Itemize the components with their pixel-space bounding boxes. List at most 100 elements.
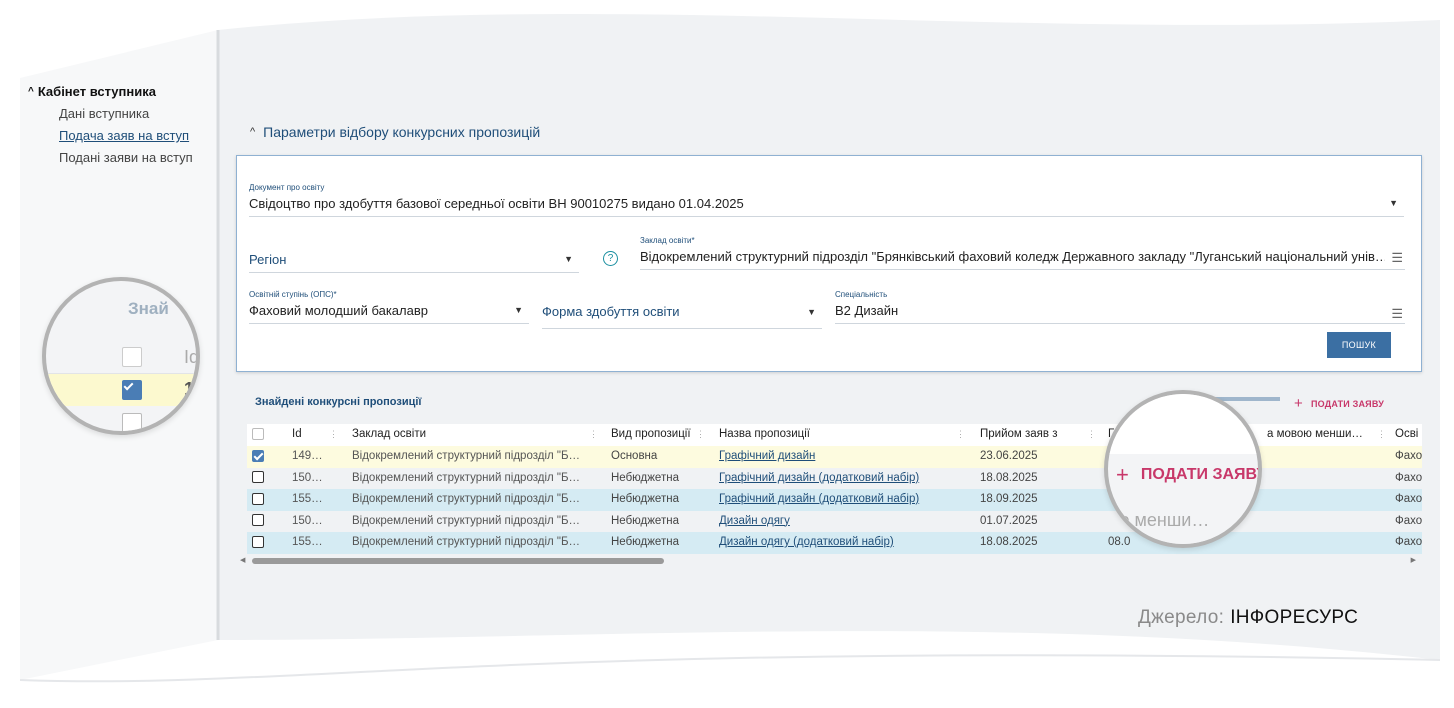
degree-value: Фаховий молодший бакалавр [249, 303, 428, 318]
cell-institution: Відокремлений структурний підрозділ "Б… [352, 514, 581, 527]
col-institution[interactable]: Заклад освіти [352, 424, 597, 446]
row-checkbox[interactable] [252, 535, 264, 548]
sidebar-item-submitted-applications[interactable]: Подані заяви на вступ [59, 150, 213, 165]
document-value: Свідоцтво про здобуття базової середньої… [249, 196, 744, 211]
source-caption: Джерело: ІНФОРЕСУРС [1138, 607, 1359, 628]
offer-link[interactable]: Дизайн одягу (додатковий набір) [719, 536, 894, 548]
plus-icon: + [1116, 462, 1129, 487]
document-field[interactable]: Документ про освіту Свідоцтво про здобут… [249, 183, 1404, 217]
zoom-col-id: Id [184, 347, 200, 367]
col-from[interactable]: Прийом заяв з [980, 424, 1090, 446]
section-toggle[interactable]: ^ Параметри відбору конкурсних пропозиці… [250, 124, 540, 140]
specialty-field[interactable]: Спеціальність B2 Дизайн ☰ [835, 290, 1405, 324]
section-title: Параметри відбору конкурсних пропозицій [263, 124, 541, 140]
row-checkbox[interactable] [252, 492, 264, 505]
cell-id: 149… [292, 450, 322, 462]
institution-field[interactable]: Заклад освіти* Відокремлений структурний… [640, 236, 1405, 270]
column-menu-icon[interactable]: ⋮ [1377, 424, 1386, 446]
zoom-checked-checkbox [122, 380, 142, 400]
cell-from-date: 18.08.2025 [980, 536, 1038, 548]
cell-id: 150… [292, 471, 322, 484]
column-menu-icon[interactable]: ⋮ [1087, 424, 1096, 446]
list-icon[interactable]: ☰ [1391, 250, 1403, 266]
col-id[interactable]: Id [292, 424, 322, 446]
chevron-up-icon: ^ [250, 126, 256, 138]
zoom-title: Знай [128, 299, 169, 318]
cell-institution: Відокремлений структурний підрозділ "Б… [352, 493, 581, 505]
zoom-checkbox [122, 347, 142, 367]
cell-from-date: 01.07.2025 [980, 514, 1038, 527]
search-button[interactable]: ПОШУК [1327, 332, 1391, 358]
offer-link[interactable]: Графічний дизайн (додатковий набір) [719, 472, 919, 484]
zoom-circle-right: + ПОДАТИ ЗАЯВУ ою менши… [1104, 390, 1262, 548]
sidebar-item-applicant-data[interactable]: Дані вступника [59, 106, 213, 121]
list-icon[interactable]: ☰ [1391, 306, 1403, 322]
sidebar-header[interactable]: ^ Кабінет вступника [28, 84, 213, 99]
sidebar-item-submit-applications[interactable]: Подача заяв на вступ [59, 128, 213, 143]
offer-link[interactable]: Графічний дизайн [719, 450, 815, 462]
zoom-column-text: ою менши… [1106, 510, 1210, 530]
horizontal-scrollbar[interactable]: ◀ ▶ [240, 557, 1420, 565]
help-icon[interactable]: ? [603, 251, 618, 266]
chevron-down-icon: ▼ [1389, 198, 1398, 208]
cell-id: 150… [292, 514, 322, 527]
row-checkbox[interactable] [252, 514, 264, 527]
chevron-down-icon: ▼ [807, 307, 816, 317]
column-menu-icon[interactable]: ⋮ [329, 424, 338, 446]
results-title: Знайдені конкурсні пропозиції [255, 396, 422, 408]
cell-type: Небюджетна [611, 493, 679, 505]
cell-education: Фахо [1395, 536, 1422, 548]
cell-from-date: 23.06.2025 [980, 450, 1038, 462]
offer-link[interactable]: Графічний дизайн (додатковий набір) [719, 493, 919, 505]
study-form-select[interactable]: Форма здобуття освіти ▼ [542, 304, 822, 329]
select-all-checkbox[interactable] [252, 427, 264, 440]
cell-institution: Відокремлений структурний підрозділ "Б… [352, 450, 581, 462]
cell-type: Небюджетна [611, 536, 679, 548]
col-name[interactable]: Назва пропозиції [719, 424, 959, 446]
cell-institution: Відокремлений структурний підрозділ "Б… [352, 471, 581, 484]
scroll-thumb[interactable] [252, 558, 664, 564]
cell-id: 155… [292, 536, 322, 548]
col-education[interactable]: Осві [1395, 424, 1422, 446]
degree-label: Освітній ступінь (ОПС)* [249, 290, 337, 299]
col-minority-language[interactable]: а мовою менши… [1267, 424, 1387, 446]
sidebar: ^ Кабінет вступника Дані вступника Подач… [28, 84, 213, 165]
arrow-left-icon[interactable]: ◀ [240, 556, 245, 564]
row-checkbox[interactable] [252, 449, 264, 462]
zoom-submit-button: + ПОДАТИ ЗАЯВУ [1116, 462, 1262, 487]
cell-type: Небюджетна [611, 514, 679, 527]
chevron-down-icon: ▼ [514, 305, 523, 315]
submit-application-button[interactable]: + ПОДАТИ ЗАЯВУ [1294, 395, 1384, 412]
zoom-checkbox [122, 413, 142, 431]
institution-value: Відокремлений структурний підрозділ "Бря… [640, 249, 1385, 264]
study-form-placeholder: Форма здобуття освіти [542, 304, 680, 319]
specialty-label: Спеціальність [835, 290, 888, 299]
region-select[interactable]: Регіон ▼ [249, 248, 579, 273]
cell-education: Фахо [1395, 493, 1422, 505]
source-name: ІНФОРЕСУРС [1230, 607, 1359, 628]
document-label: Документ про освіту [249, 183, 325, 192]
region-placeholder: Регіон [249, 252, 287, 267]
row-checkbox[interactable] [252, 471, 264, 484]
cell-id: 155… [292, 493, 322, 505]
cell-education: Фахо [1395, 514, 1422, 527]
cell-education: Фахо [1395, 471, 1422, 484]
plus-icon: + [1294, 395, 1303, 412]
cell-from-date: 18.08.2025 [980, 471, 1038, 484]
cell-education: Фахо [1395, 450, 1422, 462]
degree-select[interactable]: Освітній ступінь (ОПС)* Фаховий молодший… [249, 290, 529, 324]
filter-card: Документ про освіту Свідоцтво про здобут… [236, 155, 1422, 372]
chevron-down-icon: ▼ [564, 254, 573, 264]
zoom-circle-left: Знай Id 149 15 [42, 277, 200, 435]
column-menu-icon[interactable]: ⋮ [696, 424, 705, 446]
chevron-up-icon: ^ [28, 86, 34, 97]
cell-from-date: 18.09.2025 [980, 493, 1038, 505]
col-type[interactable]: Вид пропозиції [611, 424, 706, 446]
column-menu-icon[interactable]: ⋮ [589, 424, 598, 446]
institution-label: Заклад освіти* [640, 236, 695, 245]
arrow-right-icon[interactable]: ▶ [1411, 556, 1416, 564]
column-menu-icon[interactable]: ⋮ [956, 424, 965, 446]
cell-type: Основна [611, 450, 658, 462]
offer-link[interactable]: Дизайн одягу [719, 515, 790, 527]
cell-type: Небюджетна [611, 471, 679, 484]
